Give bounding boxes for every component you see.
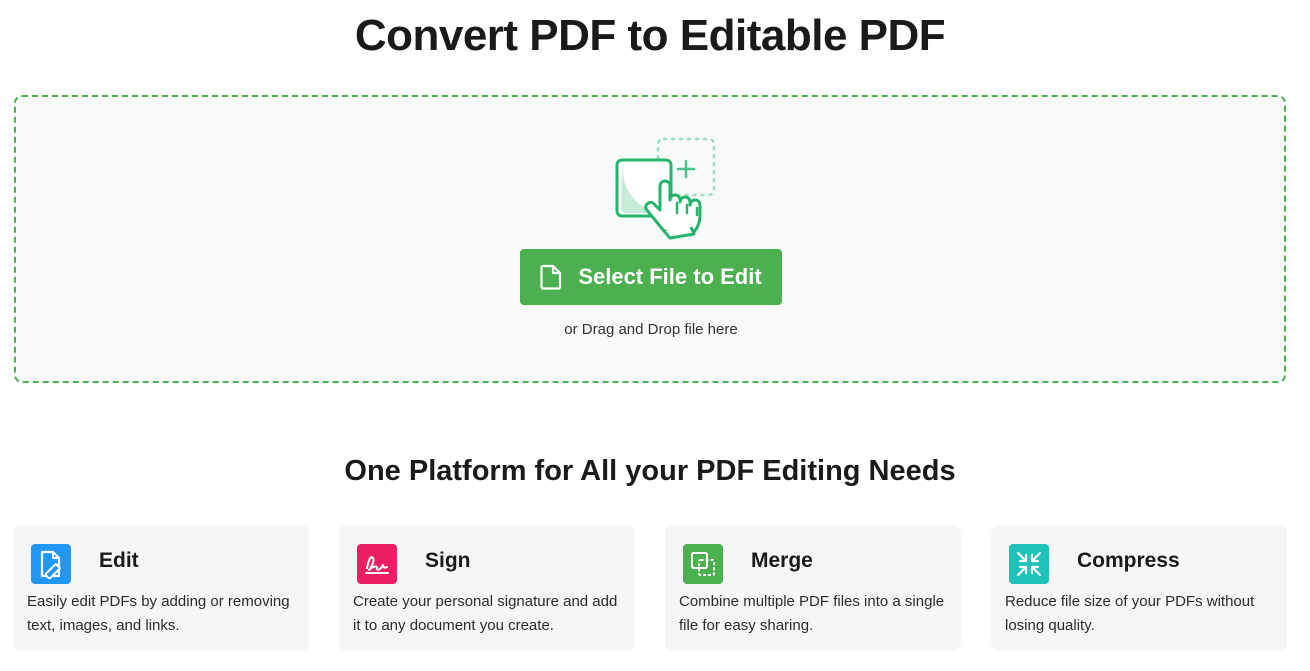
feature-title-merge: Merge (751, 549, 813, 572)
merge-icon (683, 544, 723, 584)
feature-title-sign: Sign (425, 549, 471, 572)
feature-card-compress[interactable]: Compress Reduce file size of your PDFs w… (991, 525, 1287, 651)
page-title: Convert PDF to Editable PDF (354, 11, 946, 60)
features-heading: One Platform for All your PDF Editing Ne… (344, 455, 956, 487)
file-icon (540, 264, 562, 290)
drag-drop-hint: or Drag and Drop file here (564, 321, 738, 338)
signature-icon (357, 544, 397, 584)
feature-desc-edit: Easily edit PDFs by adding or removing t… (27, 593, 290, 634)
feature-title-edit: Edit (99, 549, 139, 572)
compress-icon (1009, 544, 1049, 584)
file-dropzone[interactable]: Select File to Edit or Drag and Drop fil… (14, 95, 1286, 383)
feature-desc-merge: Combine multiple PDF files into a single… (679, 593, 945, 634)
select-file-button[interactable]: Select File to Edit (520, 249, 782, 305)
select-file-button-label: Select File to Edit (578, 264, 762, 289)
feature-card-sign[interactable]: Sign Create your personal signature and … (339, 525, 635, 651)
file-upload-illustration-icon (615, 137, 716, 240)
feature-title-compress: Compress (1077, 549, 1180, 572)
feature-desc-compress: Reduce file size of your PDFs without lo… (1005, 593, 1255, 634)
feature-card-edit[interactable]: Edit Easily edit PDFs by adding or remov… (13, 525, 309, 651)
feature-desc-sign: Create your personal signature and add i… (353, 593, 618, 634)
edit-icon (31, 544, 71, 584)
feature-card-merge[interactable]: Merge Combine multiple PDF files into a … (665, 525, 961, 651)
